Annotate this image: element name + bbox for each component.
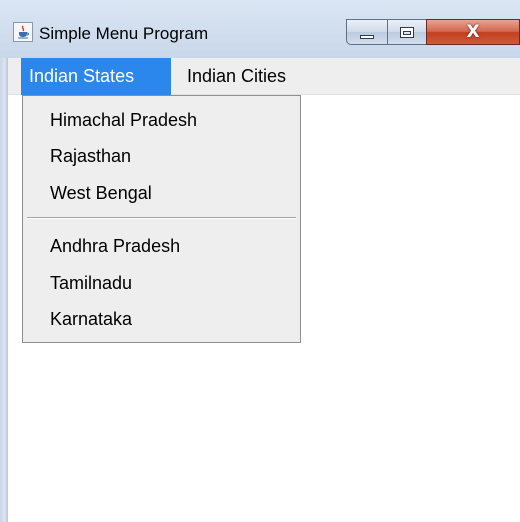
menu-bar: Indian States Indian Cities — [8, 58, 520, 95]
close-icon: X — [466, 21, 480, 42]
menu-item-tamilnadu[interactable]: Tamilnadu — [23, 266, 300, 300]
window-left-border — [0, 58, 8, 522]
menu-indian-cities[interactable]: Indian Cities — [179, 58, 319, 95]
window-title: Simple Menu Program — [39, 24, 209, 43]
maximize-icon — [400, 26, 414, 38]
title-bar[interactable]: Simple Menu Program X — [0, 0, 520, 58]
menu-item-rajasthan[interactable]: Rajasthan — [23, 139, 300, 173]
menu-item-west-bengal[interactable]: West Bengal — [23, 176, 300, 210]
maximize-button[interactable] — [387, 19, 427, 45]
indian-states-dropdown: Himachal Pradesh Rajasthan West Bengal A… — [22, 95, 301, 343]
menu-indian-states[interactable]: Indian States — [21, 58, 171, 95]
java-cup-icon[interactable] — [13, 22, 33, 42]
menu-separator — [27, 217, 296, 219]
application-window: Simple Menu Program X Indian States Indi… — [0, 0, 520, 522]
menu-item-himachal-pradesh[interactable]: Himachal Pradesh — [23, 103, 300, 137]
menu-item-andhra-pradesh[interactable]: Andhra Pradesh — [23, 229, 300, 263]
minimize-icon — [360, 34, 374, 39]
close-button[interactable]: X — [426, 19, 520, 45]
minimize-button[interactable] — [346, 19, 388, 45]
menu-item-karnataka[interactable]: Karnataka — [23, 302, 300, 336]
